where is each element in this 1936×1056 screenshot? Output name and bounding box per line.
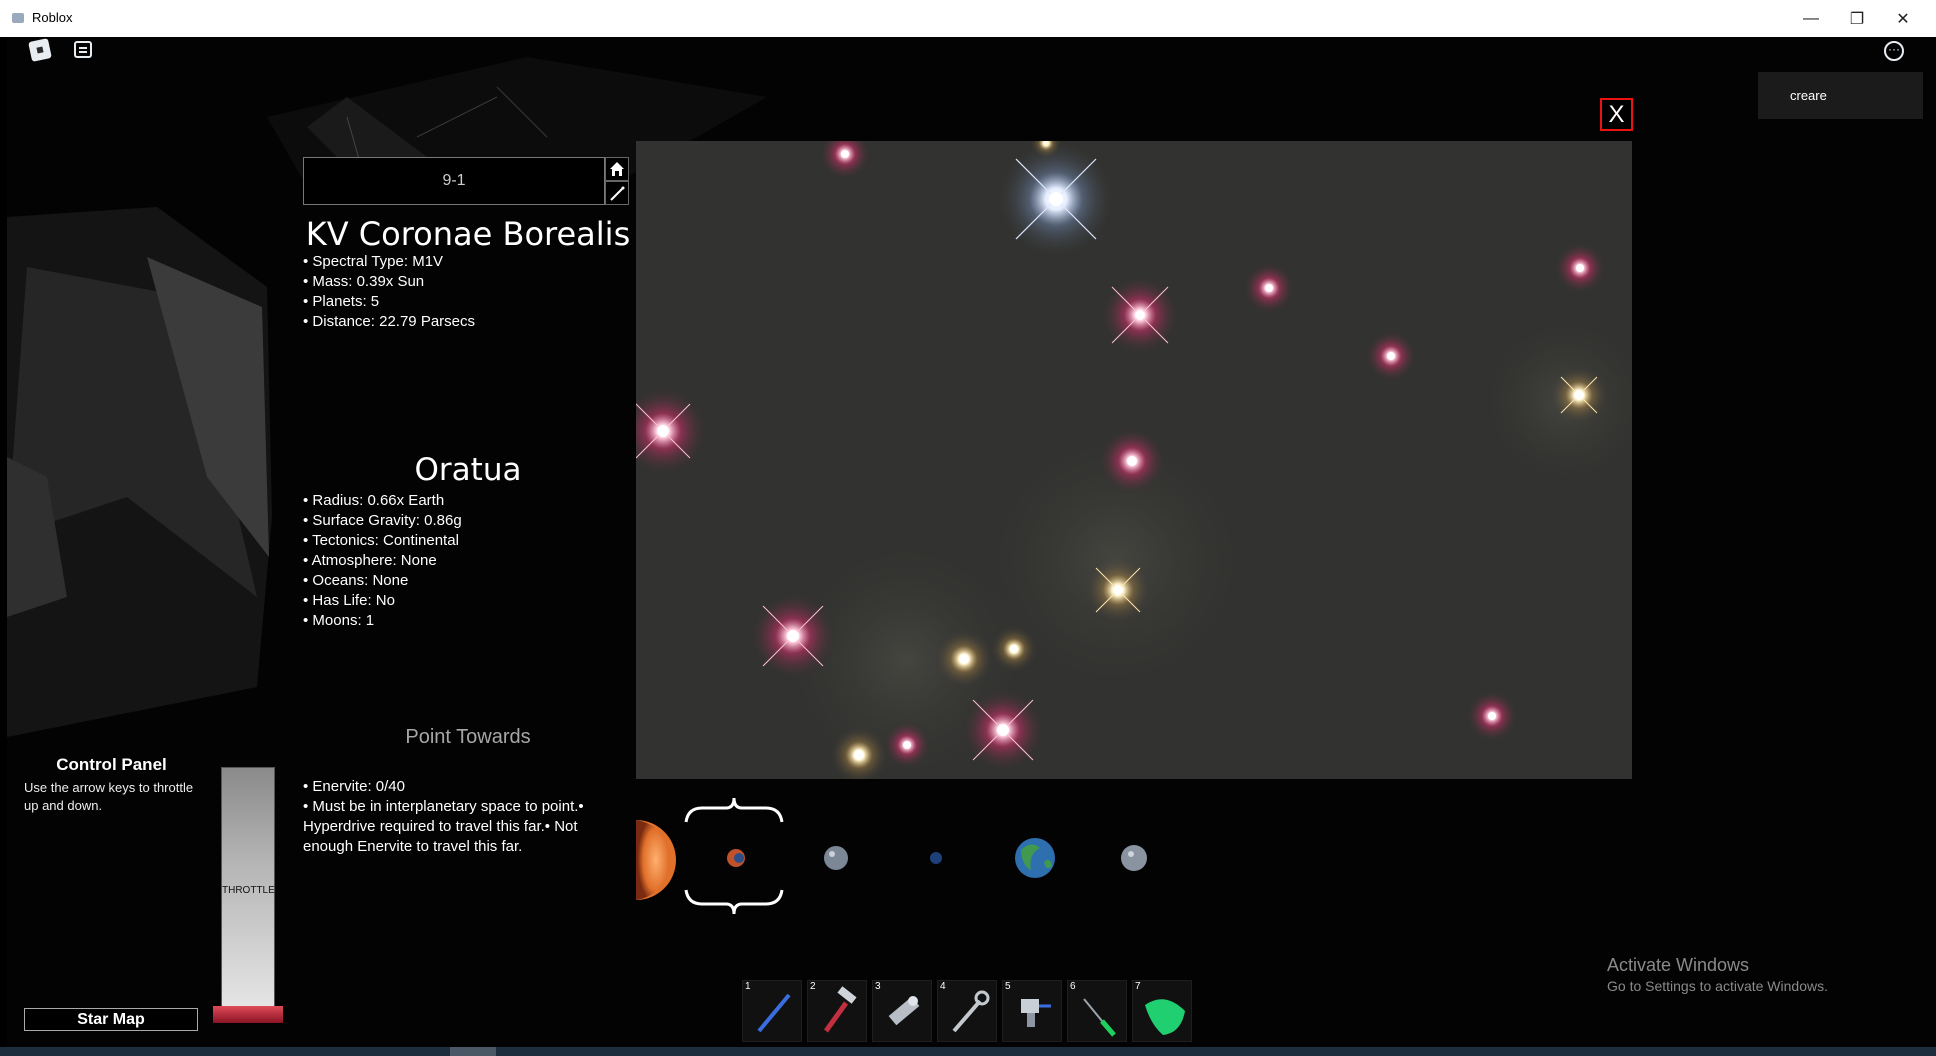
- star-marker[interactable]: [990, 625, 1038, 673]
- watermark-line-1: Activate Windows: [1607, 955, 1750, 975]
- wrench-icon: [952, 990, 990, 1033]
- point-towards-button[interactable]: Point Towards: [303, 726, 633, 749]
- travel-notes: • Enervite: 0/40 • Must be in interplane…: [303, 777, 603, 857]
- restore-button[interactable]: ❐: [1834, 0, 1880, 37]
- taskbar: [0, 1047, 1936, 1056]
- hotbar-slot-5[interactable]: 5: [1002, 980, 1062, 1042]
- star-marker[interactable]: [1365, 330, 1417, 382]
- star-map-view[interactable]: [636, 141, 1632, 779]
- more-options-icon[interactable]: ···: [1884, 41, 1904, 61]
- hammer-icon: [823, 986, 857, 1033]
- hotbar-slot-4[interactable]: 4: [937, 980, 997, 1042]
- planet-fact: • Surface Gravity: 0.86g: [303, 512, 462, 529]
- star-field: [636, 141, 1632, 779]
- star-marker[interactable]: [934, 629, 994, 689]
- hotbar-slot-7[interactable]: 7: [1132, 980, 1192, 1042]
- star-fact: • Mass: 0.39x Sun: [303, 273, 425, 290]
- star-marker[interactable]: [1554, 242, 1606, 294]
- star-marker[interactable]: [1466, 690, 1518, 742]
- star-marker[interactable]: [996, 141, 1116, 259]
- chat-button[interactable]: [74, 41, 92, 58]
- star-marker[interactable]: [961, 688, 1045, 772]
- selected-planet-icon[interactable]: [727, 849, 745, 867]
- star-fact: • Distance: 22.79 Parsecs: [303, 313, 476, 330]
- grey-planet-icon[interactable]: [824, 846, 848, 870]
- home-icon: [610, 162, 624, 176]
- throttle-slider[interactable]: THROTTLE: [221, 767, 275, 1007]
- activate-windows-watermark: Activate Windows Go to Settings to activ…: [1607, 955, 1828, 994]
- throttle-handle[interactable]: [213, 1006, 283, 1023]
- blue-rod-icon: [757, 993, 791, 1033]
- tiny-blue-planet-icon[interactable]: [930, 852, 942, 864]
- planet-name: Oratua: [414, 452, 522, 488]
- creare-button[interactable]: creare: [1758, 72, 1923, 119]
- watermark-line-2: Go to Settings to activate Windows.: [1607, 978, 1828, 994]
- planet-fact: • Tectonics: Continental: [303, 532, 459, 549]
- star-fact: • Planets: 5: [303, 293, 380, 310]
- minimize-button[interactable]: —: [1788, 0, 1834, 37]
- window-titlebar: Roblox — ❐ ✕: [0, 0, 1936, 37]
- star-map-button[interactable]: Star Map: [24, 1008, 198, 1031]
- green-screwdriver-icon: [1083, 998, 1116, 1037]
- planet-fact: • Radius: 0.66x Earth: [303, 492, 445, 509]
- star-marker[interactable]: [1243, 262, 1295, 314]
- hotbar-slot-2[interactable]: 2: [807, 980, 867, 1042]
- planet-facts: • Radius: 0.66x Earth • Surface Gravity:…: [303, 491, 462, 631]
- planet-strip-graphics: [636, 797, 1147, 915]
- hotbar-slot-3[interactable]: 3: [872, 980, 932, 1042]
- earth-like-planet-icon[interactable]: [1015, 838, 1055, 878]
- star-marker[interactable]: [883, 721, 931, 769]
- star-marker[interactable]: [1084, 556, 1152, 624]
- star-name: KV Coronae Borealis: [305, 215, 631, 253]
- planet-fact: • Atmosphere: None: [303, 552, 437, 569]
- control-panel-title: Control Panel: [56, 755, 167, 774]
- planet-fact: • Has Life: No: [303, 592, 395, 609]
- star-fact: • Spectral Type: M1V: [303, 253, 444, 270]
- travel-notes-text: • Enervite: 0/40 • Must be in interplane…: [303, 778, 584, 855]
- planet-fact: • Oceans: None: [303, 572, 409, 589]
- taskbar-active-app[interactable]: [450, 1047, 496, 1056]
- close-window-button[interactable]: ✕: [1880, 0, 1926, 37]
- close-starmap-button[interactable]: X: [1600, 98, 1633, 131]
- star-marker[interactable]: [1100, 275, 1180, 355]
- scanner-icon: [888, 996, 920, 1026]
- drill-icon: [1021, 999, 1051, 1027]
- pointer-wand-icon: [610, 186, 625, 201]
- planet-selector-strip[interactable]: [636, 790, 1196, 920]
- home-button[interactable]: [605, 157, 629, 181]
- star-marker[interactable]: [819, 141, 871, 180]
- hotbar-slot-1[interactable]: 1: [742, 980, 802, 1042]
- moon-planet-icon[interactable]: [1121, 845, 1147, 871]
- star-facts: • Spectral Type: M1V • Mass: 0.39x Sun •…: [303, 252, 475, 332]
- star-marker[interactable]: [1549, 365, 1609, 425]
- green-dish-icon: [1145, 999, 1185, 1035]
- hotbar-slot-6[interactable]: 6: [1067, 980, 1127, 1042]
- control-panel-description: Use the arrow keys to throttle up and do…: [24, 780, 194, 813]
- star-marker[interactable]: [636, 386, 708, 476]
- star-sun-icon[interactable]: [636, 820, 676, 900]
- roblox-menu-button[interactable]: [28, 38, 52, 62]
- window-title: Roblox: [32, 10, 73, 25]
- throttle-label: THROTTLE: [222, 885, 275, 896]
- planet-fact: • Moons: 1: [303, 612, 375, 629]
- roblox-app-icon: [12, 13, 24, 23]
- system-search-input[interactable]: 9-1: [303, 157, 605, 205]
- star-marker[interactable]: [1098, 427, 1166, 495]
- pointer-button[interactable]: [605, 181, 629, 205]
- star-marker[interactable]: [749, 592, 837, 680]
